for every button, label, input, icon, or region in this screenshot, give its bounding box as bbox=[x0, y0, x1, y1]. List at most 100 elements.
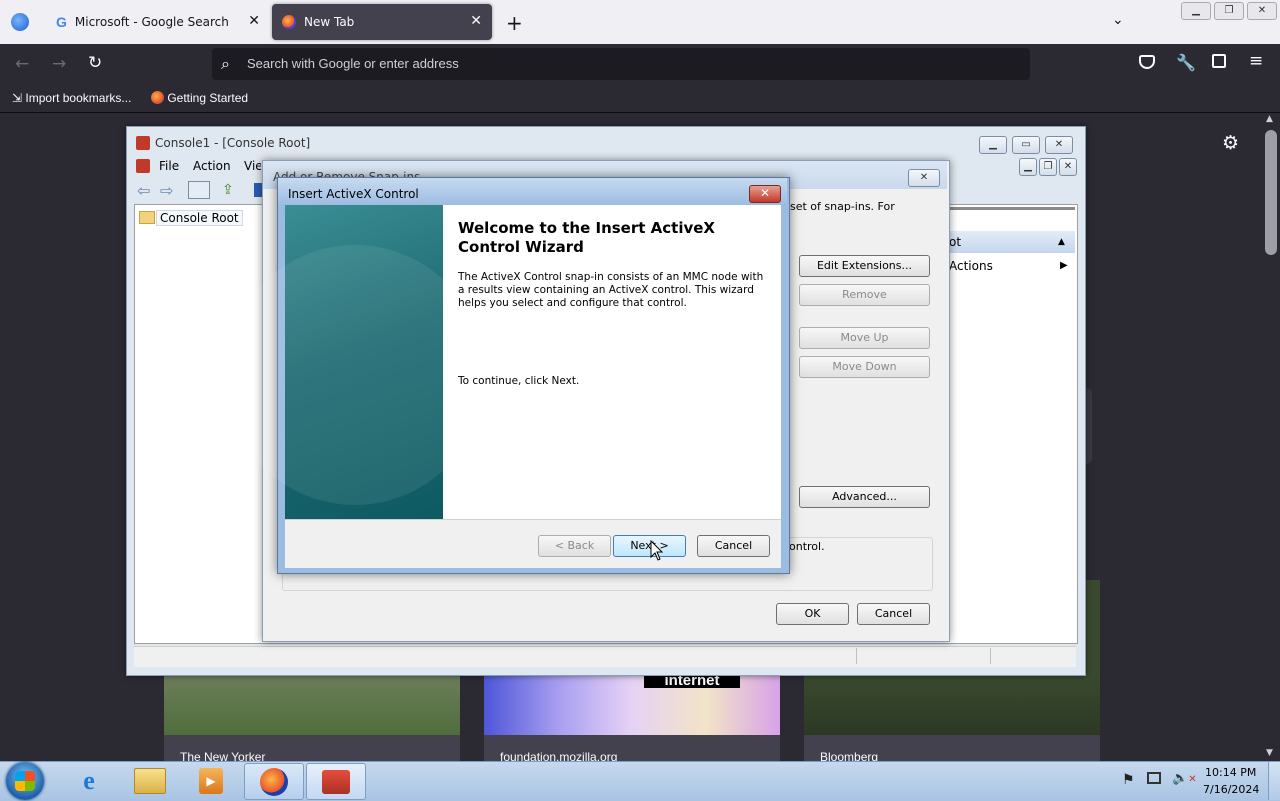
close-window-button[interactable]: ✕ bbox=[1247, 2, 1277, 20]
mmc-maximize-button[interactable]: ▭ bbox=[1012, 136, 1040, 154]
toolbar-show-tree-icon[interactable] bbox=[188, 181, 210, 199]
list-all-tabs-chevron-icon[interactable]: ⌄ bbox=[1112, 12, 1124, 28]
remove-button[interactable]: Remove bbox=[799, 284, 930, 306]
volume-muted-icon[interactable]: 🔈✕ bbox=[1172, 771, 1197, 786]
wizard-close-button[interactable]: ✕ bbox=[749, 185, 781, 203]
dialog-description: set of snap-ins. For bbox=[790, 200, 895, 213]
advanced-button[interactable]: Advanced... bbox=[799, 486, 930, 508]
tile-label: foundation.mozilla.org bbox=[500, 750, 618, 761]
show-desktop-button[interactable] bbox=[1268, 762, 1280, 800]
move-up-button[interactable]: Move Up bbox=[799, 327, 930, 349]
extensions-puzzle-icon[interactable] bbox=[1212, 54, 1226, 68]
submenu-arrow-icon: ▶ bbox=[1060, 260, 1068, 271]
forward-arrow-icon[interactable]: → bbox=[52, 54, 66, 74]
ok-button[interactable]: OK bbox=[776, 603, 849, 625]
body-line: helps you select and configure that cont… bbox=[458, 297, 687, 309]
mmc-toolbox-icon bbox=[136, 136, 150, 150]
clock-date[interactable]: 7/16/2024 bbox=[1203, 783, 1259, 796]
cancel-button[interactable]: Cancel bbox=[857, 603, 930, 625]
mmc-toolbox-icon bbox=[322, 769, 350, 794]
tree-item-console-root[interactable]: Console Root bbox=[156, 210, 243, 226]
tab-new-tab[interactable]: New Tab ✕ bbox=[272, 4, 492, 40]
top-site-tile[interactable]: internet foundation.mozilla.org bbox=[484, 675, 780, 761]
action-center-flag-icon[interactable]: ⚑ bbox=[1122, 772, 1135, 788]
mmc-window-title: Console1 - [Console Root] bbox=[155, 136, 311, 150]
toolbar-help-icon[interactable] bbox=[254, 183, 262, 197]
back-button[interactable]: < Back bbox=[538, 535, 611, 557]
wizard-body-text: The ActiveX Control snap-in consists of … bbox=[458, 271, 763, 310]
move-down-button[interactable]: Move Down bbox=[799, 356, 930, 378]
mmc-minimize-button[interactable]: ▁ bbox=[979, 136, 1007, 154]
restore-window-button[interactable]: ❐ bbox=[1214, 2, 1244, 20]
tab-google-search[interactable]: G Microsoft - Google Search ✕ bbox=[44, 4, 270, 40]
body-line: a results view containing an ActiveX con… bbox=[458, 284, 754, 296]
search-icon: ⌕ bbox=[221, 54, 230, 73]
mute-x-icon: ✕ bbox=[1188, 774, 1197, 785]
collapse-arrow-icon[interactable]: ▲ bbox=[1058, 237, 1065, 247]
menu-view[interactable]: View bbox=[244, 159, 261, 173]
bookmark-label: Getting Started bbox=[167, 91, 249, 105]
bookmark-import[interactable]: ⇲ Import bookmarks... bbox=[12, 91, 131, 105]
heading-line: Welcome to the Insert ActiveX bbox=[458, 219, 715, 237]
reload-icon[interactable]: ↻ bbox=[88, 53, 102, 73]
mmc-taskbar-button[interactable] bbox=[306, 763, 366, 800]
wrench-icon[interactable]: 🔧 bbox=[1176, 53, 1196, 72]
top-site-tile[interactable]: The New Yorker bbox=[164, 675, 460, 761]
tab-title: Microsoft - Google Search bbox=[74, 15, 229, 29]
new-tab-plus-icon[interactable]: + bbox=[506, 11, 523, 35]
menu-action[interactable]: Action bbox=[193, 159, 231, 173]
toolbar-forward-icon[interactable]: ⇨ bbox=[160, 181, 173, 200]
firefox-icon bbox=[151, 91, 164, 104]
close-icon[interactable]: ✕ bbox=[248, 14, 260, 28]
child-restore-button[interactable]: ❐ bbox=[1039, 158, 1057, 176]
bookmark-label: Import bookmarks... bbox=[25, 91, 132, 105]
child-minimize-button[interactable]: ▁ bbox=[1019, 158, 1037, 176]
tile-image bbox=[164, 675, 460, 735]
actions-pane-strip bbox=[948, 207, 1075, 210]
wizard-title: Insert ActiveX Control bbox=[288, 187, 419, 201]
tile-image bbox=[804, 675, 1100, 735]
bookmark-getting-started[interactable]: Getting Started bbox=[151, 91, 248, 105]
actions-item-more[interactable]: Actions bbox=[949, 259, 993, 273]
internet-explorer-icon[interactable]: e bbox=[60, 763, 118, 798]
scroll-down-arrow-icon[interactable]: ▼ bbox=[1266, 748, 1273, 758]
scrollbar-thumb[interactable] bbox=[1265, 130, 1277, 255]
child-close-button[interactable]: ✕ bbox=[1059, 158, 1077, 176]
tile-label: The New Yorker bbox=[180, 750, 266, 761]
wizard-cancel-button[interactable]: Cancel bbox=[697, 535, 770, 557]
add-remove-close-button[interactable]: ✕ bbox=[908, 169, 940, 187]
body-line: The ActiveX Control snap-in consists of … bbox=[458, 271, 764, 283]
back-arrow-icon[interactable]: ← bbox=[15, 54, 29, 74]
mmc-doc-icon bbox=[136, 159, 150, 173]
network-icon[interactable] bbox=[1147, 772, 1161, 784]
minimize-window-button[interactable]: ▁ bbox=[1181, 2, 1211, 20]
app-menu-icon[interactable]: ≡ bbox=[1249, 51, 1263, 71]
clock-time[interactable]: 10:14 PM bbox=[1205, 766, 1256, 779]
folder-icon bbox=[139, 211, 155, 224]
settings-gear-icon[interactable]: ⚙ bbox=[1222, 132, 1239, 154]
edit-extensions-button[interactable]: Edit Extensions... bbox=[799, 255, 930, 277]
firefox-view-icon[interactable] bbox=[11, 13, 29, 31]
actions-header-label: ot bbox=[949, 235, 962, 249]
mmc-close-button[interactable]: ✕ bbox=[1045, 136, 1073, 154]
heading-line: Control Wizard bbox=[458, 238, 584, 256]
actions-pane-header[interactable] bbox=[948, 231, 1075, 253]
wizard-continue-text: To continue, click Next. bbox=[458, 375, 580, 387]
description-text: ontrol. bbox=[789, 540, 825, 553]
address-placeholder: Search with Google or enter address bbox=[247, 56, 459, 71]
firefox-icon bbox=[282, 15, 296, 29]
start-flag-glyph bbox=[15, 771, 35, 791]
mouse-cursor-icon bbox=[650, 540, 664, 561]
ie-glyph: e bbox=[83, 765, 95, 795]
google-icon: G bbox=[56, 14, 67, 30]
tab-title: New Tab bbox=[304, 15, 355, 29]
toolbar-back-icon[interactable]: ⇦ bbox=[137, 181, 150, 200]
scroll-up-arrow-icon[interactable]: ▲ bbox=[1266, 114, 1273, 124]
media-player-icon[interactable]: ▶ bbox=[182, 763, 240, 798]
firefox-taskbar-button[interactable] bbox=[244, 763, 304, 800]
file-explorer-icon[interactable] bbox=[121, 763, 179, 798]
close-icon[interactable]: ✕ bbox=[470, 14, 482, 28]
toolbar-export-icon[interactable]: ⇪ bbox=[222, 182, 234, 198]
menu-file[interactable]: File bbox=[159, 159, 179, 173]
top-site-tile[interactable]: Bloomberg bbox=[804, 675, 1100, 761]
